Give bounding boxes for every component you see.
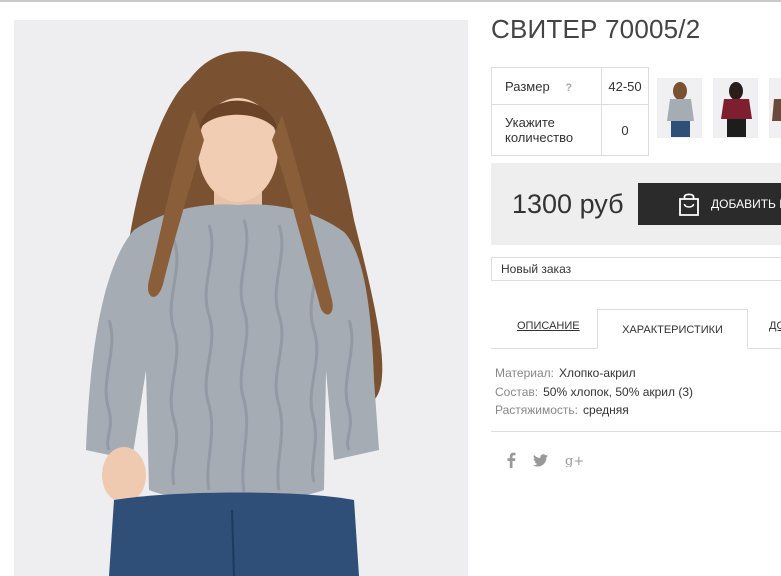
price: 1300 руб — [512, 189, 624, 219]
twitter-icon[interactable] — [533, 453, 548, 470]
options-table: Размер ? 42-50 Укажите количество 0 — [491, 67, 649, 156]
specs-list: Материал: Хлопко-акрил Состав: 50% хлопок,… — [495, 364, 693, 420]
product-photo[interactable] — [14, 20, 468, 576]
thumbnail-grey-sweater[interactable] — [657, 78, 702, 138]
tab-delivery[interactable]: ДО — [769, 320, 781, 332]
spec-key: Растяжимость: — [495, 403, 579, 417]
size-value[interactable]: 42-50 — [601, 67, 649, 105]
product-title: СВИТЕР 70005/2 — [491, 14, 701, 44]
svg-text:g+: g+ — [565, 454, 583, 467]
thumbnail-third[interactable] — [769, 78, 781, 138]
spec-value: 50% хлопок, 50% акрил (3) — [543, 384, 693, 399]
facebook-icon[interactable] — [506, 452, 516, 471]
spec-row: Материал: Хлопко-акрил — [495, 364, 693, 383]
spec-value: средняя — [583, 403, 629, 417]
spec-key: Материал: — [495, 366, 554, 380]
tab-characteristics[interactable]: ХАРАКТЕРИСТИКИ — [597, 309, 748, 349]
thumbnail-strip — [657, 78, 781, 138]
add-to-cart-button[interactable]: ДОБАВИТЬ В — [638, 183, 781, 225]
price-box: 1300 руб ДОБАВИТЬ В — [491, 163, 781, 245]
product-tabs: ОПИСАНИЕ ХАРАКТЕРИСТИКИ ДО — [491, 309, 781, 349]
size-label: Размер — [505, 78, 550, 94]
add-to-cart-label: ДОБАВИТЬ В — [711, 197, 781, 211]
quantity-label: Укажите количество — [491, 104, 602, 156]
google-plus-icon[interactable]: g+ — [565, 453, 584, 470]
spec-row: Состав: 50% хлопок, 50% акрил (3) — [495, 383, 693, 402]
top-divider — [0, 0, 781, 2]
section-divider — [491, 431, 781, 432]
size-help-icon[interactable]: ? — [565, 82, 572, 94]
social-share: g+ — [506, 452, 584, 471]
thumbnail-burgundy-sweater[interactable] — [713, 78, 758, 138]
quantity-input[interactable]: 0 — [601, 104, 649, 156]
spec-key: Состав: — [495, 384, 539, 399]
tab-description[interactable]: ОПИСАНИЕ — [517, 320, 580, 332]
spec-row: Растяжимость: средняя — [495, 401, 693, 420]
shopping-bag-icon — [676, 191, 702, 217]
size-label-cell: Размер ? — [491, 67, 602, 105]
spec-value: Хлопко-акрил — [558, 366, 636, 380]
order-select[interactable]: Новый заказ — [491, 257, 781, 281]
